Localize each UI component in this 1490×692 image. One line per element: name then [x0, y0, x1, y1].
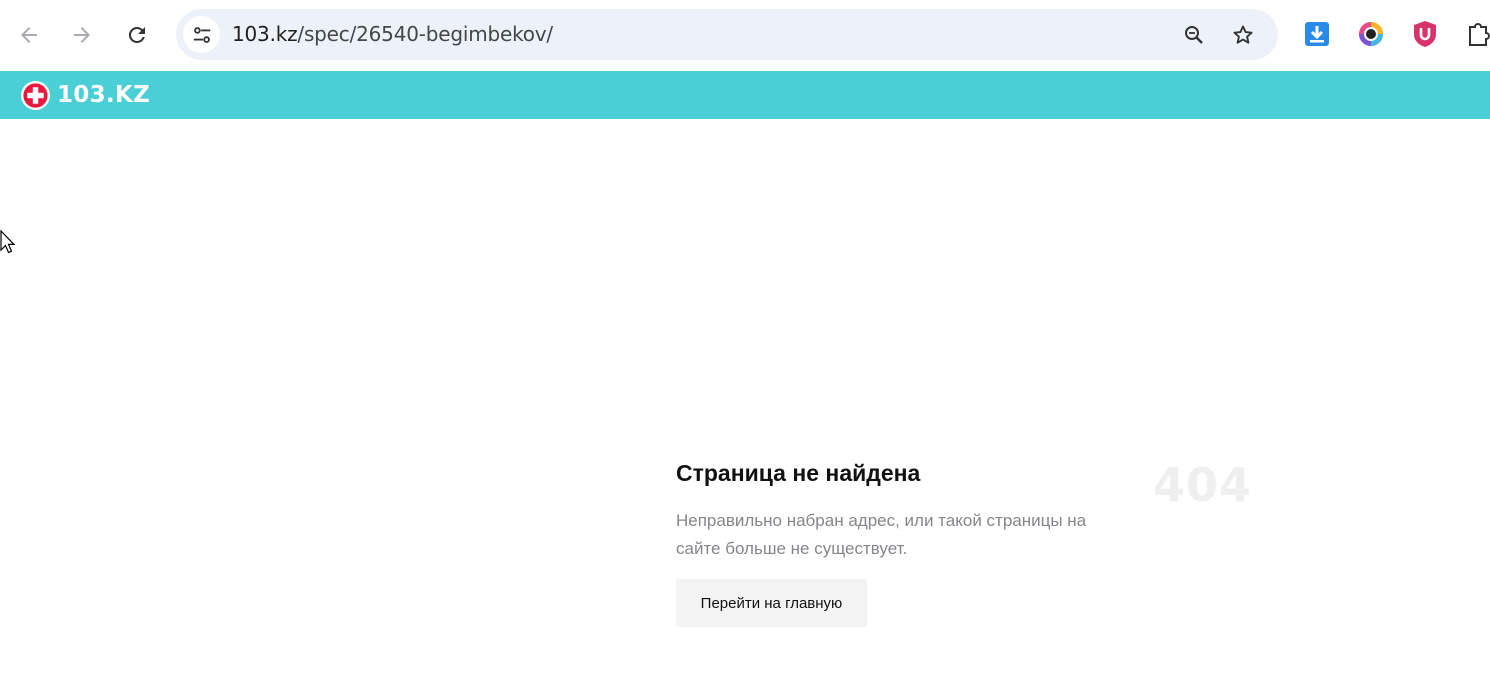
browser-toolbar: 103.kz/spec/26540-begimbekov/	[0, 0, 1490, 70]
url-host: 103.kz	[232, 22, 298, 46]
site-logo[interactable]: 103.KZ	[20, 80, 150, 110]
shield-extension-button[interactable]	[1409, 18, 1441, 50]
mouse-cursor-icon	[0, 230, 16, 254]
download-extension-button[interactable]	[1301, 18, 1333, 50]
star-icon	[1233, 25, 1253, 44]
arrow-right-icon	[74, 27, 90, 43]
url-text[interactable]: 103.kz/spec/26540-begimbekov/	[232, 22, 553, 46]
url-path: /spec/26540-begimbekov/	[297, 22, 553, 46]
shield-u-extension-icon	[1414, 21, 1436, 47]
zoom-button[interactable]	[1180, 21, 1208, 49]
site-header: 103.KZ	[0, 71, 1490, 119]
back-button[interactable]	[11, 17, 47, 53]
address-bar[interactable]: 103.kz/spec/26540-begimbekov/	[176, 9, 1278, 60]
error-description: Неправильно набран адрес, или такой стра…	[676, 511, 1087, 558]
go-home-button[interactable]: Перейти на главную	[676, 579, 867, 627]
bookmark-button[interactable]	[1229, 21, 1257, 49]
medical-cross-logo-icon	[20, 80, 51, 110]
puzzle-extensions-icon	[1469, 23, 1490, 46]
site-info-button[interactable]	[183, 16, 220, 53]
not-found-section: Страница не найдена 404 Неправильно набр…	[676, 455, 1256, 627]
logo-text: 103.KZ	[57, 82, 151, 108]
download-extension-icon	[1305, 22, 1329, 46]
color-picker-extension-icon	[1359, 22, 1383, 46]
tune-icon	[193, 26, 210, 43]
arrow-left-icon	[21, 27, 37, 43]
forward-button[interactable]	[64, 17, 100, 53]
error-code: 404	[1153, 458, 1253, 512]
extensions-menu-button[interactable]	[1462, 18, 1490, 50]
color-picker-extension-button[interactable]	[1355, 18, 1387, 50]
reload-button[interactable]	[119, 17, 155, 53]
reload-icon	[128, 26, 145, 43]
zoom-icon	[1185, 26, 1203, 44]
